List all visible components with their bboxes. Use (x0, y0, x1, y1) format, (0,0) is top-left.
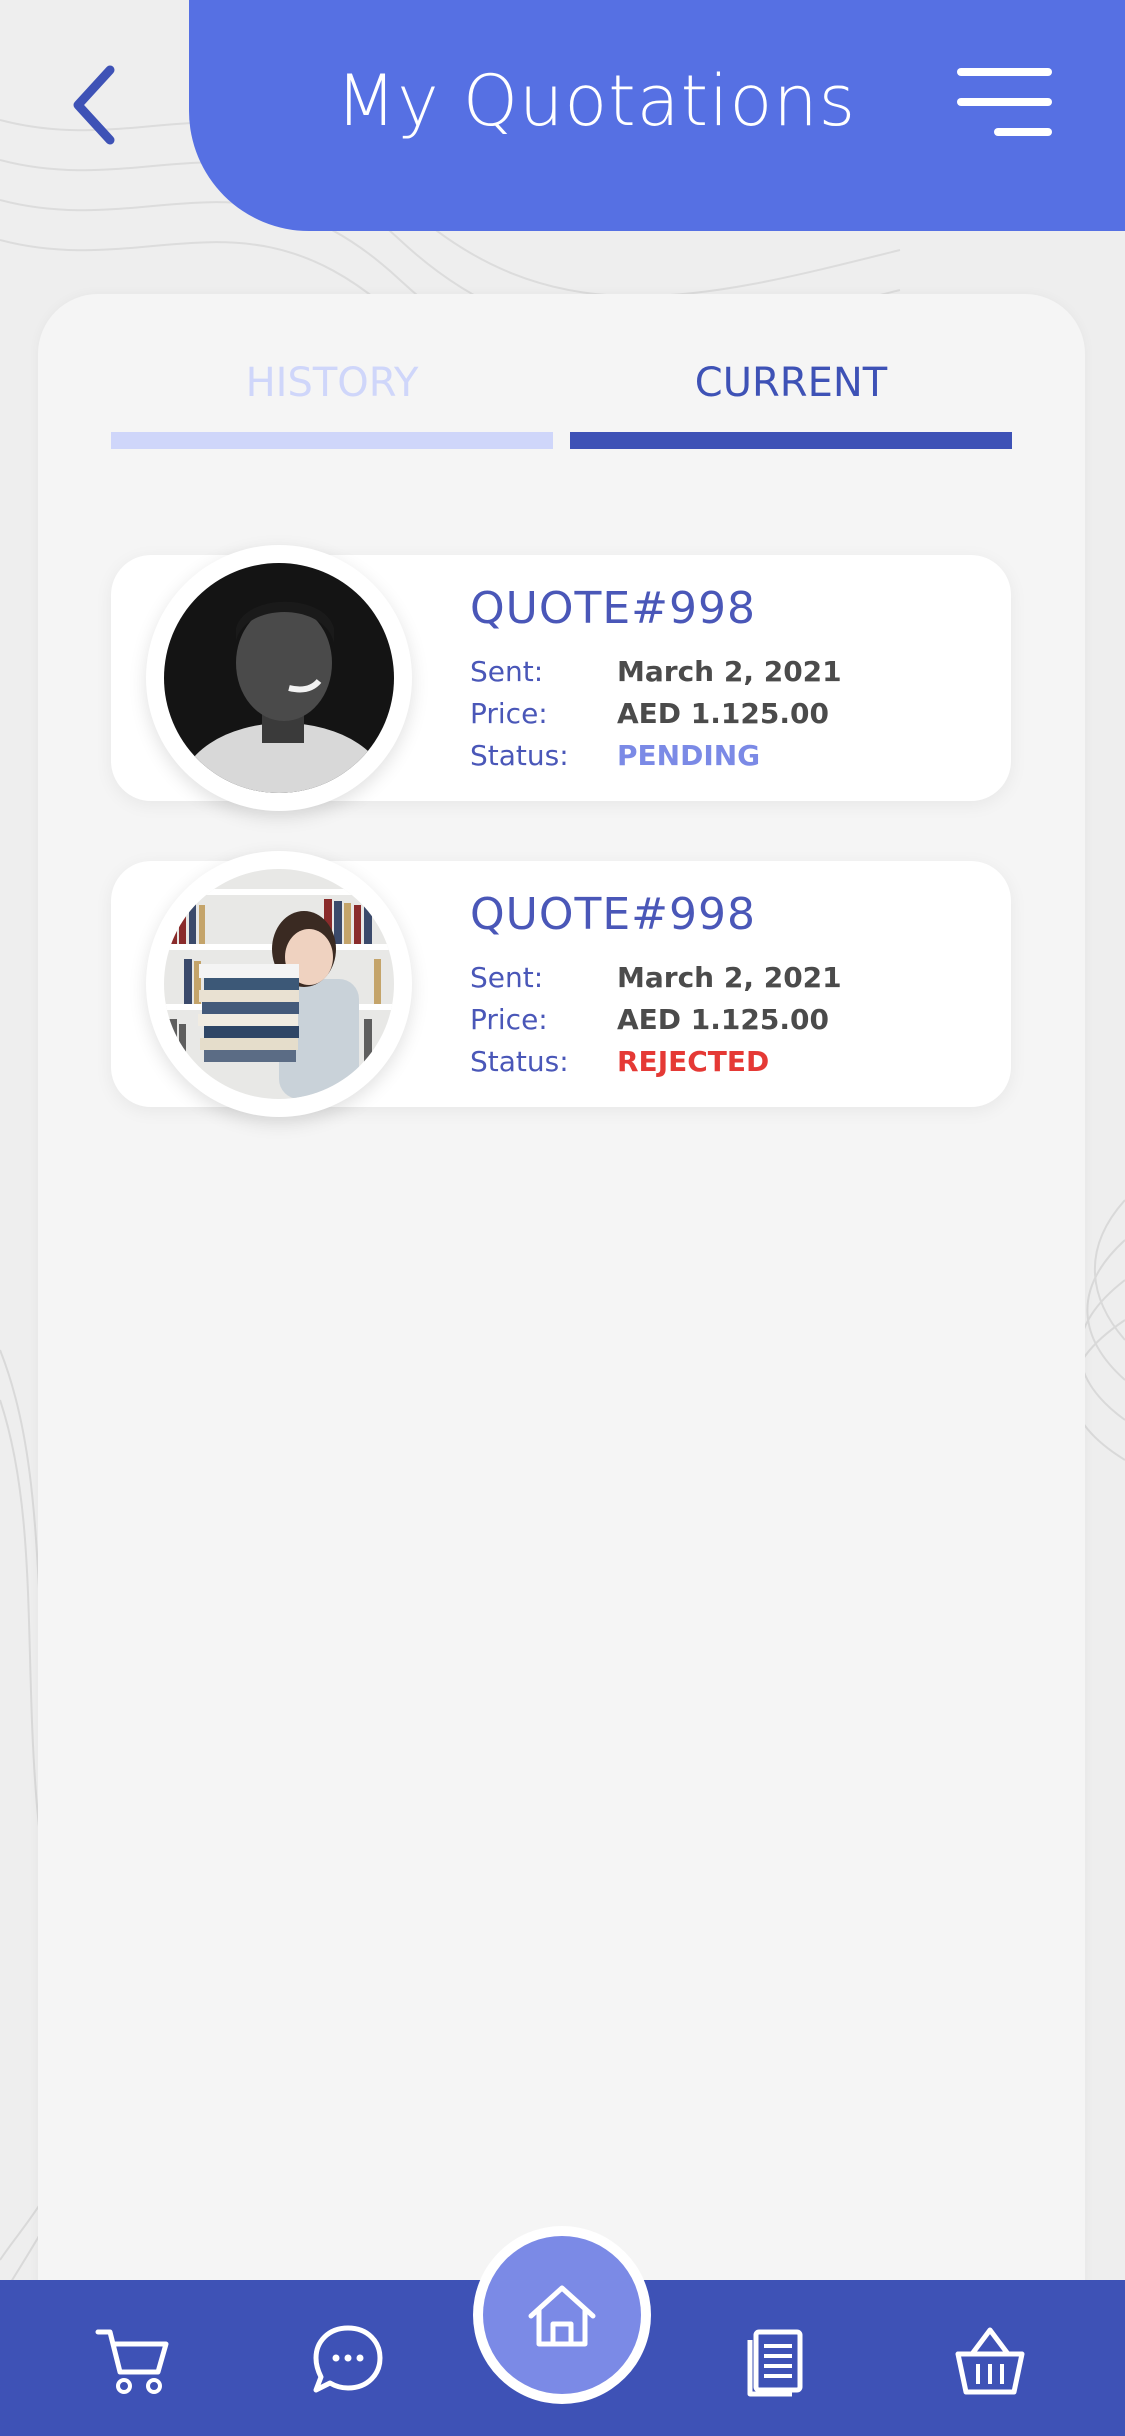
chat-icon (313, 2325, 383, 2393)
cart-icon (95, 2329, 169, 2394)
status-label: Status: (470, 739, 569, 772)
price-label: Price: (470, 697, 548, 730)
nav-basket[interactable] (950, 2320, 1030, 2400)
status-badge: REJECTED (617, 1045, 770, 1078)
sent-label: Sent: (470, 961, 544, 994)
quote-card[interactable]: QUOTE#998 Sent: March 2, 2021 Price: AED 1… (111, 851, 1011, 1117)
status-row: Status: PENDING (470, 739, 760, 772)
tab-current-label: CURRENT (694, 360, 888, 406)
avatar (146, 545, 412, 811)
sent-row: Sent: March 2, 2021 (470, 655, 842, 688)
status-badge: PENDING (617, 739, 761, 772)
status-row: Status: REJECTED (470, 1045, 769, 1078)
nav-home[interactable] (473, 2226, 651, 2404)
chevron-left-icon (73, 65, 115, 145)
sent-row: Sent: March 2, 2021 (470, 961, 842, 994)
basket-icon (955, 2327, 1025, 2395)
hamburger-menu-icon (994, 128, 1052, 136)
man-portrait-photo (164, 563, 394, 793)
quote-number: QUOTE#998 (470, 583, 756, 634)
quote-card[interactable]: QUOTE#998 Sent: March 2, 2021 Price: AED 1… (111, 545, 1011, 811)
avatar (146, 851, 412, 1117)
status-label: Status: (470, 1045, 569, 1078)
hamburger-menu-icon (957, 68, 1052, 76)
tab-history[interactable]: HISTORY (111, 360, 553, 420)
price-label: Price: (470, 1003, 548, 1036)
woman-with-books-photo (164, 869, 394, 1099)
price-value: AED 1.125.00 (617, 1003, 829, 1036)
page-title: My Quotations (335, 60, 857, 142)
tab-history-indicator (111, 432, 553, 449)
price-row: Price: AED 1.125.00 (470, 697, 829, 730)
price-row: Price: AED 1.125.00 (470, 1003, 829, 1036)
nav-documents[interactable] (736, 2320, 816, 2400)
menu-button[interactable] (952, 62, 1052, 142)
quote-number: QUOTE#998 (470, 889, 756, 940)
tab-history-label: HISTORY (245, 360, 419, 406)
nav-chat[interactable] (308, 2320, 388, 2400)
price-value: AED 1.125.00 (617, 697, 829, 730)
home-icon (528, 2285, 596, 2347)
sent-label: Sent: (470, 655, 544, 688)
hamburger-menu-icon (957, 98, 1052, 106)
tab-current[interactable]: CURRENT (570, 360, 1012, 420)
tab-current-indicator (570, 432, 1012, 449)
back-button[interactable] (60, 60, 130, 150)
sent-value: March 2, 2021 (617, 655, 842, 688)
nav-cart[interactable] (92, 2320, 172, 2400)
document-icon (747, 2329, 803, 2397)
sent-value: March 2, 2021 (617, 961, 842, 994)
